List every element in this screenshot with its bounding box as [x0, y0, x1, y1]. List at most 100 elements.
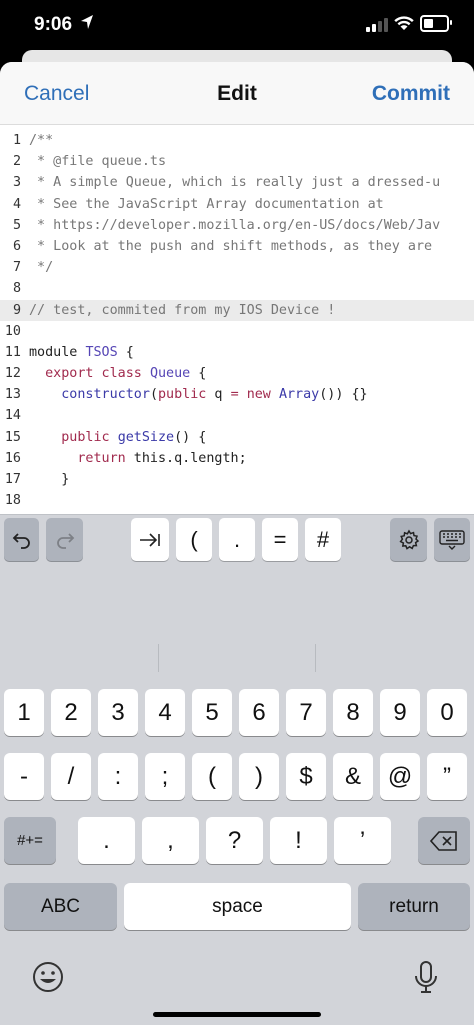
code-text: module TSOS { — [29, 342, 134, 363]
code-text: * Look at the push and shift methods, as… — [29, 236, 432, 257]
symbol-key[interactable]: $ — [286, 753, 326, 800]
battery-icon — [420, 15, 452, 32]
abc-key[interactable]: ABC — [4, 883, 117, 930]
code-line[interactable]: 11 module TSOS { — [0, 342, 474, 363]
code-line[interactable]: 2 * @file queue.ts — [0, 151, 474, 172]
punctuation-key[interactable]: , — [142, 817, 199, 864]
delete-key[interactable] — [418, 817, 470, 864]
undo-button[interactable] — [4, 518, 39, 561]
number-key[interactable]: 5 — [192, 689, 232, 736]
location-arrow-icon — [81, 15, 93, 29]
code-text: return this.q.length; — [29, 448, 247, 469]
line-number: 3 — [12, 175, 21, 191]
code-token: ()) {} — [319, 387, 368, 403]
code-line[interactable]: 13 constructor(public q = new Array()) {… — [0, 384, 474, 405]
code-token: * @file queue.ts — [29, 154, 167, 170]
code-line[interactable]: 1 /** — [0, 130, 474, 151]
tab-key[interactable] — [131, 518, 169, 561]
code-text: * @file queue.ts — [29, 151, 166, 172]
undo-icon — [12, 532, 30, 549]
symbol-key[interactable]: - — [4, 753, 44, 800]
line-number: 8 — [12, 281, 21, 297]
cellular-signal-icon — [366, 17, 388, 32]
toolbar-key-equals[interactable]: = — [262, 518, 298, 561]
number-key[interactable]: 1 — [4, 689, 44, 736]
settings-button[interactable] — [390, 518, 427, 561]
symbol-key[interactable]: ” — [427, 753, 467, 800]
line-number: 17 — [4, 472, 21, 487]
line-number: 15 — [4, 429, 21, 445]
code-line[interactable]: 17 } — [0, 469, 474, 490]
emoji-button[interactable] — [31, 960, 65, 994]
code-token: () { — [174, 429, 207, 445]
commit-button[interactable]: Commit — [372, 82, 450, 106]
toolbar-key-hash[interactable]: # — [305, 518, 341, 561]
code-token: Array — [278, 387, 320, 403]
code-text: public getSize() { — [29, 427, 206, 448]
dictation-button[interactable] — [413, 960, 439, 996]
code-token: new — [246, 387, 271, 403]
symbol-key[interactable]: ( — [192, 753, 232, 800]
number-key[interactable]: 9 — [380, 689, 420, 736]
code-line[interactable]: 8 — [0, 278, 474, 299]
code-line[interactable]: 7 */ — [0, 257, 474, 278]
emoji-icon — [33, 962, 63, 992]
code-token: /** — [29, 133, 54, 148]
code-line[interactable]: 15 public getSize() { — [0, 427, 474, 448]
toolbar-key-dot[interactable]: . — [219, 518, 255, 561]
code-token: * A simple Queue, which is really just a… — [29, 175, 441, 191]
punctuation-key[interactable]: . — [78, 817, 135, 864]
number-key[interactable]: 0 — [427, 689, 467, 736]
code-line[interactable]: 9 // test, commited from my IOS Device ! — [0, 299, 474, 321]
symbol-key[interactable]: ) — [239, 753, 279, 800]
code-line[interactable]: 4 * See the JavaScript Array documentati… — [0, 194, 474, 215]
number-key[interactable]: 3 — [98, 689, 138, 736]
line-number: 4 — [12, 196, 21, 212]
code-line[interactable]: 14 — [0, 405, 474, 426]
code-text: /** — [29, 130, 53, 151]
code-line[interactable]: 16 return this.q.length; — [0, 448, 474, 469]
code-line[interactable]: 18 — [0, 490, 474, 511]
dismiss-keyboard-button[interactable] — [434, 518, 470, 561]
line-number: 1 — [12, 133, 21, 148]
code-token: this.q.length; — [125, 450, 247, 466]
redo-button[interactable] — [46, 518, 83, 561]
more-symbols-key[interactable]: #+= — [4, 817, 56, 864]
number-key[interactable]: 8 — [333, 689, 373, 736]
symbol-key[interactable]: : — [98, 753, 138, 800]
code-editor[interactable]: 1/** 2 * @file queue.ts 3 * A simple Queue… — [0, 130, 474, 576]
code-line[interactable]: 12 export class Queue { — [0, 363, 474, 384]
punctuation-key[interactable]: ? — [206, 817, 263, 864]
space-key[interactable]: space — [124, 883, 351, 930]
symbol-key[interactable]: & — [333, 753, 373, 800]
code-text: export class Queue { — [29, 363, 206, 384]
symbol-key[interactable]: / — [51, 753, 91, 800]
return-key[interactable]: return — [358, 883, 470, 930]
suggestion-divider — [315, 644, 316, 672]
line-number: 16 — [4, 450, 21, 466]
gear-icon — [398, 529, 419, 550]
symbol-key[interactable]: ; — [145, 753, 185, 800]
code-line[interactable]: 5 * https://developer.mozilla.org/en-US/… — [0, 215, 474, 236]
number-key[interactable]: 2 — [51, 689, 91, 736]
redo-icon — [56, 532, 74, 549]
line-number: 7 — [12, 260, 21, 276]
code-line[interactable]: 10 — [0, 321, 474, 342]
toolbar-key-paren[interactable]: ( — [176, 518, 212, 561]
home-indicator — [153, 1012, 321, 1017]
code-text: constructor(public q = new Array()) {} — [29, 384, 368, 405]
line-number: 5 — [12, 217, 21, 233]
code-token: module — [29, 344, 86, 360]
code-line[interactable]: 3 * A simple Queue, which is really just… — [0, 172, 474, 193]
punctuation-key[interactable]: ! — [270, 817, 327, 864]
status-bar: 9:06 — [0, 0, 474, 50]
number-key[interactable]: 7 — [286, 689, 326, 736]
code-token: } — [29, 472, 70, 487]
number-key[interactable]: 4 — [145, 689, 185, 736]
code-line[interactable]: 6 * Look at the push and shift methods, … — [0, 236, 474, 257]
keyboard-dismiss-icon — [439, 529, 465, 550]
symbol-key[interactable]: @ — [380, 753, 420, 800]
number-key[interactable]: 6 — [239, 689, 279, 736]
punctuation-key[interactable]: ’ — [334, 817, 391, 864]
